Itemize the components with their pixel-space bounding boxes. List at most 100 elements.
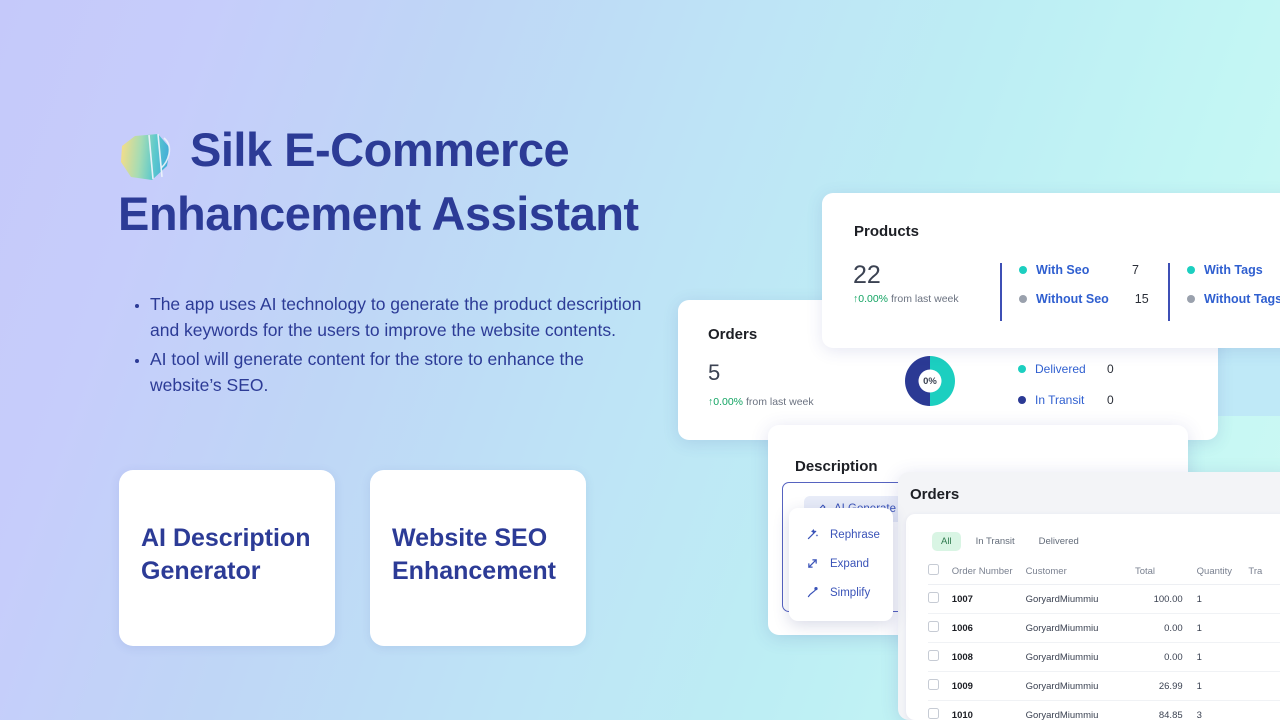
teal-dot-icon — [1019, 266, 1027, 274]
cell-customer: GoryardMiummiu — [1025, 584, 1135, 614]
menu-item-label: Simplify — [830, 586, 871, 599]
description-heading: Description — [795, 458, 878, 475]
products-seo-group: With Seo 7 Without Seo 15 — [1000, 263, 1149, 321]
page-title-line1: Silk E-Commerce — [190, 123, 570, 176]
legend-item-in-transit: In Transit 0 — [1018, 393, 1114, 407]
column-header-customer: Customer — [1025, 558, 1135, 585]
orders-delta-value: 0.00% — [713, 396, 744, 408]
orders-table-heading: Orders — [910, 486, 960, 503]
stat-label: With Seo — [1036, 263, 1090, 277]
products-tags-group: With Tags 1 Without Tags — [1168, 263, 1280, 321]
row-checkbox-cell[interactable] — [928, 700, 952, 720]
cell-order-number: 1008 — [951, 642, 1026, 672]
stat-label: Without Tags — [1204, 292, 1280, 306]
feature-card-website-seo-enhancement[interactable]: Website SEO Enhancement — [370, 470, 586, 646]
table-row[interactable]: 1010 GoryardMiummiu 84.85 3 — [928, 700, 1280, 720]
row-checkbox-cell[interactable] — [928, 613, 952, 643]
products-summary-card: Products 22 ↑0.00% from last week With S… — [822, 193, 1280, 348]
feature-card-ai-description-generator[interactable]: AI Description Generator — [119, 470, 335, 646]
tab-in-transit[interactable]: In Transit — [967, 532, 1024, 551]
orders-delta: ↑0.00% from last week — [708, 396, 814, 408]
ai-generate-dropdown-menu[interactable]: Rephrase Expand Simplify — [789, 508, 893, 621]
row-checkbox-cell[interactable] — [928, 642, 952, 672]
table-header-row: Order Number Customer Total Quantity Tra — [928, 558, 1280, 585]
tab-all[interactable]: All — [932, 532, 961, 551]
feature-card-group: AI Description Generator Website SEO Enh… — [119, 470, 586, 646]
row-checkbox-cell[interactable] — [928, 671, 952, 701]
checkbox-icon[interactable] — [928, 592, 939, 603]
column-header-order-number: Order Number — [951, 558, 1026, 585]
checkbox-icon[interactable] — [928, 650, 939, 661]
products-total-value: 22 — [853, 261, 881, 289]
cell-total: 100.00 — [1134, 584, 1197, 614]
orders-total-value: 5 — [708, 360, 721, 385]
products-delta-caption: from last week — [890, 293, 959, 305]
checkbox-icon[interactable] — [928, 679, 939, 690]
products-heading: Products — [854, 223, 920, 240]
stat-with-seo: With Seo 7 — [1019, 263, 1139, 277]
cell-tracking — [1248, 671, 1280, 701]
cell-quantity: 1 — [1196, 642, 1249, 672]
cell-customer: GoryardMiummiu — [1025, 613, 1135, 643]
feature-bullet-list: The app uses AI technology to generate t… — [130, 292, 660, 403]
stat-with-tags: With Tags 1 — [1187, 263, 1280, 277]
cell-tracking — [1248, 613, 1280, 643]
stat-value: 7 — [1132, 263, 1139, 277]
gray-dot-icon — [1019, 295, 1027, 303]
orders-table-card: Orders All In Transit Delivered Order Nu… — [898, 472, 1280, 720]
cell-customer: GoryardMiummiu — [1025, 700, 1135, 720]
wand-sparkle-icon — [804, 586, 820, 599]
checkbox-icon[interactable] — [928, 621, 939, 632]
legend-value: 0 — [1107, 393, 1114, 407]
cell-total: 26.99 — [1134, 671, 1197, 701]
checkbox-icon[interactable] — [928, 564, 939, 575]
stat-label: Without Seo — [1036, 292, 1109, 306]
list-item: The app uses AI technology to generate t… — [150, 292, 660, 343]
list-item: AI tool will generate content for the st… — [150, 347, 660, 398]
legend-label: In Transit — [1035, 393, 1085, 407]
navy-dot-icon — [1018, 396, 1026, 404]
orders-donut-chart: 0% — [902, 353, 958, 409]
table-row[interactable]: 1007 GoryardMiummiu 100.00 1 — [928, 584, 1280, 614]
table-row[interactable]: 1006 GoryardMiummiu 0.00 1 — [928, 613, 1280, 643]
cell-order-number: 1010 — [951, 700, 1026, 720]
title-block: Silk E-Commerce Enhancement Assistant — [118, 120, 758, 244]
stat-value: 1 — [1274, 263, 1280, 277]
row-checkbox-cell[interactable] — [928, 584, 952, 614]
menu-item-rephrase[interactable]: Rephrase — [789, 520, 893, 549]
stat-value: 15 — [1134, 292, 1149, 306]
column-header-tracking: Tra — [1248, 558, 1280, 585]
select-all-header[interactable] — [928, 558, 952, 585]
hero-panel: Silk E-Commerce Enhancement Assistant Th… — [0, 0, 680, 720]
menu-item-expand[interactable]: Expand — [789, 549, 893, 578]
cell-total: 0.00 — [1134, 642, 1197, 672]
menu-item-simplify[interactable]: Simplify — [789, 578, 893, 607]
orders-summary-heading: Orders — [708, 326, 758, 343]
orders-donut-label: 0% — [923, 375, 937, 387]
cell-order-number: 1007 — [951, 584, 1026, 614]
orders-table: Order Number Customer Total Quantity Tra… — [928, 558, 1280, 720]
legend-value: 0 — [1107, 362, 1114, 376]
checkbox-icon[interactable] — [928, 708, 939, 719]
cell-order-number: 1006 — [951, 613, 1026, 643]
legend-item-delivered: Delivered 0 — [1018, 362, 1114, 376]
cell-quantity: 3 — [1196, 700, 1249, 720]
orders-filter-tabs: All In Transit Delivered — [932, 532, 1094, 551]
products-delta-value: 0.00% — [858, 293, 889, 305]
feature-card-title: Website SEO Enhancement — [392, 524, 556, 585]
teal-dot-icon — [1018, 365, 1026, 373]
silk-polygon-logo-icon — [118, 132, 176, 184]
expand-arrows-icon — [804, 557, 820, 570]
cell-total: 0.00 — [1134, 613, 1197, 643]
magic-wand-icon — [804, 528, 820, 541]
cell-customer: GoryardMiummiu — [1025, 671, 1135, 701]
orders-delta-caption: from last week — [745, 396, 814, 408]
stat-without-tags: Without Tags — [1187, 292, 1280, 306]
gray-dot-icon — [1187, 295, 1195, 303]
cell-tracking — [1248, 642, 1280, 672]
tab-delivered[interactable]: Delivered — [1030, 532, 1088, 551]
cell-tracking — [1248, 584, 1280, 614]
table-row[interactable]: 1008 GoryardMiummiu 0.00 1 — [928, 642, 1280, 672]
stat-label: With Tags — [1204, 263, 1263, 277]
table-row[interactable]: 1009 GoryardMiummiu 26.99 1 — [928, 671, 1280, 701]
